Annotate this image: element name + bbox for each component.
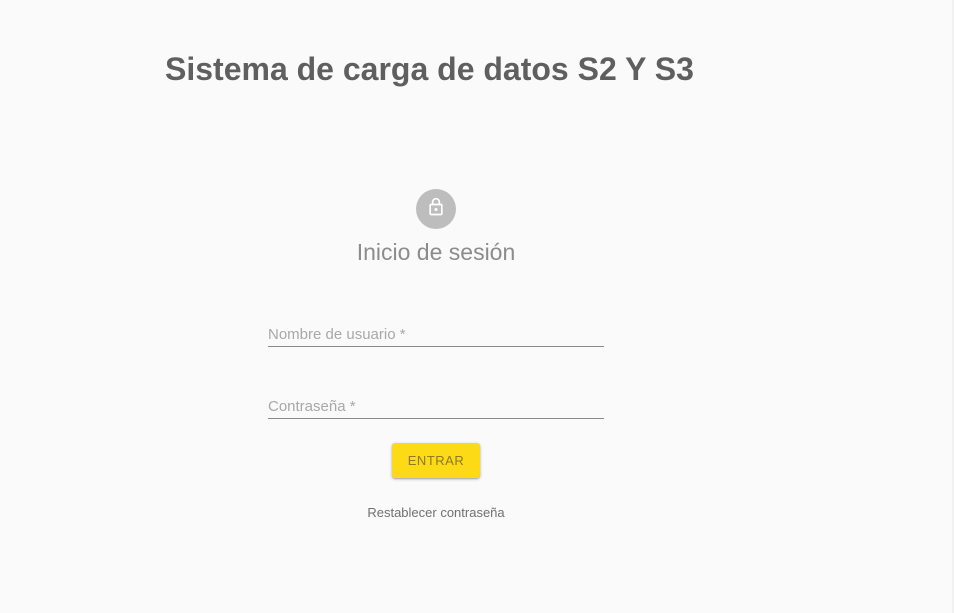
password-input[interactable] — [268, 398, 604, 415]
login-heading: Inicio de sesión — [356, 239, 516, 265]
username-field-container — [268, 318, 604, 347]
login-button[interactable]: ENTRAR — [392, 443, 480, 478]
username-input[interactable] — [268, 326, 604, 343]
page-title: Sistema de carga de datos S2 Y S3 — [165, 51, 694, 87]
reset-password-link[interactable]: Restablecer contraseña — [0, 505, 872, 520]
password-field-container — [268, 390, 604, 419]
lock-icon — [426, 197, 446, 222]
lock-avatar — [416, 189, 456, 229]
